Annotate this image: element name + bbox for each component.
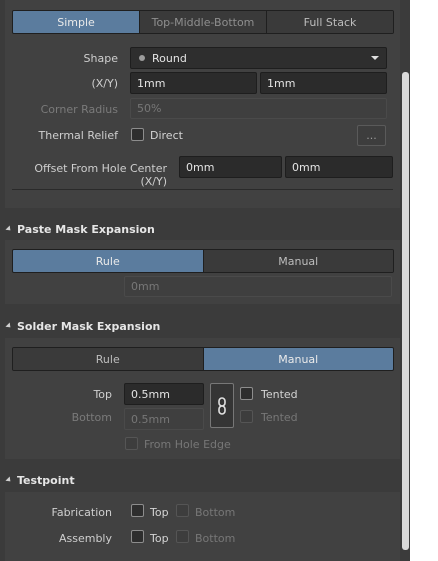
corner-radius-input: 50%: [130, 98, 387, 119]
collapse-caret-icon: [5, 322, 13, 330]
window-background: [410, 0, 438, 561]
tab-top-middle-bottom[interactable]: Top-Middle-Bottom: [140, 11, 267, 33]
offset-x-input[interactable]: 0mm: [179, 156, 282, 178]
assembly-label: Assembly: [58, 532, 112, 545]
tab-simple[interactable]: Simple: [13, 11, 140, 33]
paste-mask-title: Paste Mask Expansion: [17, 222, 155, 236]
thermal-relief-label: Thermal Relief: [38, 129, 118, 142]
direct-checkbox[interactable]: [131, 128, 144, 141]
from-hole-edge-label: From Hole Edge: [144, 438, 231, 451]
paste-mask-header[interactable]: Paste Mask Expansion: [5, 219, 400, 239]
fabrication-label: Fabrication: [51, 506, 112, 519]
link-top-bottom-button[interactable]: [210, 383, 234, 428]
xy-label: (X/Y): [91, 77, 118, 90]
paste-mask-value-input: 0mm: [124, 276, 392, 297]
offset-y-input[interactable]: 0mm: [285, 156, 393, 178]
solder-bottom-input: 0.5mm: [124, 408, 204, 430]
round-shape-icon: [139, 55, 145, 61]
padstack-mode-tabs: Simple Top-Middle-Bottom Full Stack: [12, 10, 394, 34]
solder-bottom-label: Bottom: [71, 411, 112, 424]
fabrication-top-checkbox[interactable]: [131, 504, 144, 517]
section-divider: [12, 189, 393, 190]
assembly-bottom-label: Bottom: [195, 532, 236, 545]
from-hole-edge-checkbox: [125, 437, 138, 450]
tented-bottom-checkbox: [240, 410, 253, 423]
shape-label: Shape: [83, 52, 118, 65]
fabrication-bottom-checkbox: [176, 504, 189, 517]
tented-top-checkbox[interactable]: [240, 387, 253, 400]
tented-bottom-label: Tented: [261, 411, 298, 424]
direct-checkbox-label: Direct: [150, 129, 183, 142]
solder-mask-title: Solder Mask Expansion: [17, 319, 161, 333]
vertical-scrollbar-thumb[interactable]: [402, 72, 409, 550]
paste-mask-section: Rule Manual 0mm: [5, 240, 400, 304]
testpoint-title: Testpoint: [17, 473, 75, 487]
solder-mask-section: Rule Manual Top 0.5mm Bottom 0.5mm Tente…: [5, 338, 400, 459]
assembly-top-label: Top: [150, 532, 169, 545]
fabrication-top-label: Top: [150, 506, 169, 519]
assembly-bottom-checkbox: [176, 530, 189, 543]
shape-value: Round: [152, 51, 187, 65]
testpoint-section: Fabrication Top Bottom Assembly Top Bott…: [5, 492, 400, 561]
pad-properties-panel: Simple Top-Middle-Bottom Full Stack Shap…: [0, 0, 402, 561]
tab-full-stack[interactable]: Full Stack: [267, 11, 393, 33]
solder-top-input[interactable]: 0.5mm: [124, 383, 204, 405]
paste-mask-manual-tab[interactable]: Manual: [203, 250, 393, 272]
size-x-input[interactable]: 1mm: [130, 72, 257, 94]
paste-mask-mode-tabs: Rule Manual: [12, 249, 394, 273]
offset-label: Offset From Hole Center (X/Y): [34, 162, 167, 188]
solder-mask-header[interactable]: Solder Mask Expansion: [5, 316, 400, 336]
solder-mask-mode-tabs: Rule Manual: [12, 347, 394, 371]
size-y-input[interactable]: 1mm: [260, 72, 387, 94]
chevron-down-icon: [371, 56, 379, 60]
fabrication-bottom-label: Bottom: [195, 506, 236, 519]
shape-select[interactable]: Round: [130, 47, 387, 69]
collapse-caret-icon: [5, 225, 13, 233]
corner-radius-label: Corner Radius: [40, 103, 118, 116]
tented-top-label: Tented: [261, 388, 298, 401]
pad-shape-section: Simple Top-Middle-Bottom Full Stack Shap…: [5, 0, 400, 208]
paste-mask-rule-tab[interactable]: Rule: [13, 250, 204, 272]
solder-mask-rule-tab[interactable]: Rule: [13, 348, 204, 370]
assembly-top-checkbox[interactable]: [131, 530, 144, 543]
collapse-caret-icon: [5, 476, 13, 484]
solder-top-label: Top: [93, 388, 112, 401]
testpoint-header[interactable]: Testpoint: [5, 470, 400, 490]
thermal-relief-settings-button[interactable]: ...: [357, 125, 386, 146]
solder-mask-manual-tab[interactable]: Manual: [203, 348, 393, 370]
link-chain-icon: [218, 396, 226, 415]
